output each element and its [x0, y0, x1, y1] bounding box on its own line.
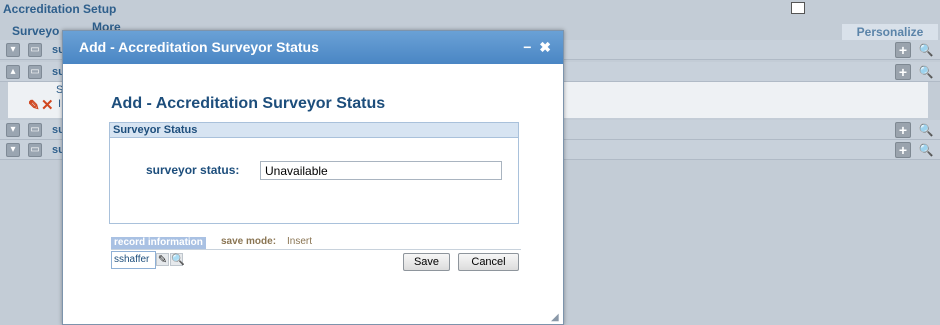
divider — [111, 249, 521, 250]
plus-icon[interactable]: + — [895, 142, 911, 158]
save-mode-label: save mode: — [221, 236, 277, 247]
pencil-icon[interactable]: ✎ — [156, 253, 169, 266]
resize-handle-icon[interactable]: ◢ — [551, 312, 559, 323]
plus-icon[interactable]: + — [895, 42, 911, 58]
edit-page-icon[interactable] — [791, 2, 805, 14]
expand-toggle[interactable]: ▾ — [6, 143, 20, 157]
row-select-button[interactable]: ▭ — [28, 43, 42, 57]
page-title: Accreditation Setup — [3, 2, 117, 16]
magnifier-icon[interactable]: 🔍 — [918, 64, 934, 80]
row-select-button[interactable]: ▭ — [28, 65, 42, 79]
dialog-header[interactable]: Add - Accreditation Surveyor Status — [63, 31, 563, 64]
dialog-heading: Add - Accreditation Surveyor Status — [111, 95, 386, 112]
surveyor-status-input[interactable] — [260, 161, 502, 180]
cancel-button[interactable]: Cancel — [458, 253, 519, 271]
surveyor-status-label: surveyor status: — [146, 163, 240, 177]
detail-snippet: I — [58, 98, 62, 110]
column-header-surveyor[interactable]: Surveyo — [12, 24, 59, 38]
user-field[interactable]: sshaffer — [111, 251, 156, 269]
minimize-icon[interactable]: − — [523, 39, 531, 55]
plus-icon[interactable]: + — [895, 64, 911, 80]
row-select-button[interactable]: ▭ — [28, 143, 42, 157]
magnifier-icon[interactable]: 🔍 — [918, 122, 934, 138]
magnifier-icon[interactable]: 🔍 — [170, 253, 185, 266]
expand-toggle[interactable]: ▾ — [6, 43, 20, 57]
magnifier-icon[interactable]: 🔍 — [918, 42, 934, 58]
save-button[interactable]: Save — [403, 253, 450, 271]
surveyor-status-section: Surveyor Status surveyor status: — [109, 122, 519, 224]
plus-icon[interactable]: + — [895, 122, 911, 138]
dialog-title: Add - Accreditation Surveyor Status — [79, 39, 319, 55]
pencil-icon[interactable]: ✎ — [28, 97, 40, 114]
magnifier-icon[interactable]: 🔍 — [918, 142, 934, 158]
dialog-window-controls: − ✖ — [523, 31, 551, 64]
row-select-button[interactable]: ▭ — [28, 123, 42, 137]
expand-toggle[interactable]: ▾ — [6, 123, 20, 137]
section-title: Surveyor Status — [110, 123, 518, 138]
collapse-toggle[interactable]: ▴ — [6, 65, 20, 79]
delete-x-icon[interactable]: ✕ — [41, 96, 54, 114]
record-information-label: record information — [111, 237, 206, 249]
save-mode-value: Insert — [287, 236, 313, 247]
close-icon[interactable]: ✖ — [539, 39, 551, 55]
personalize-button[interactable]: Personalize — [842, 24, 938, 40]
add-surveyor-status-dialog: Add - Accreditation Surveyor Status − ✖ … — [62, 30, 564, 325]
